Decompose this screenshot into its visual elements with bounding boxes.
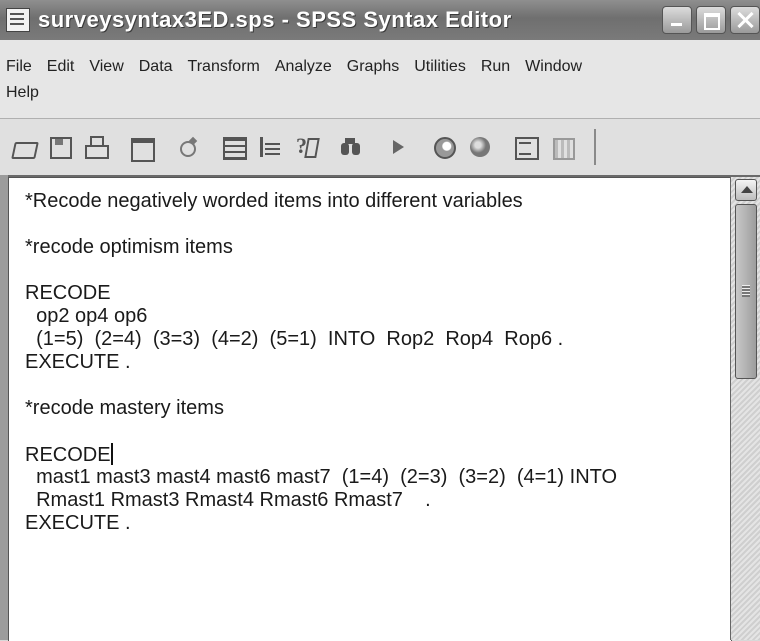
code-line-with-cursor: RECODE [25, 443, 617, 466]
window-controls [662, 6, 760, 34]
code-line: EXECUTE . [25, 351, 131, 373]
code-line: Rmast1 Rmast3 Rmast4 Rmast6 Rmast7 . [25, 489, 431, 511]
menu-window[interactable]: Window [525, 58, 582, 76]
code-line: *recode optimism items [25, 236, 233, 258]
maximize-icon[interactable] [696, 6, 726, 34]
scroll-thumb[interactable] [735, 204, 757, 379]
code-line: RECODE [25, 444, 111, 466]
code-line: *recode mastery items [25, 397, 224, 419]
syntax-text-area[interactable]: *Recode negatively worded items into dif… [8, 177, 732, 641]
script-icon[interactable] [432, 135, 456, 159]
menu-view[interactable]: View [89, 58, 123, 76]
run-icon[interactable] [386, 135, 410, 159]
help-icon[interactable] [294, 133, 318, 159]
code-line: *Recode negatively worded items into dif… [25, 190, 523, 212]
save-icon[interactable] [48, 135, 72, 159]
editor-frame [0, 175, 8, 640]
syntax-editor-window: surveysyntax3ED.sps - SPSS Syntax Editor… [0, 0, 760, 641]
title-bar[interactable]: surveysyntax3ED.sps - SPSS Syntax Editor [0, 0, 760, 40]
syntax-file-icon[interactable] [6, 8, 30, 32]
text-cursor [110, 443, 113, 465]
vertical-scrollbar[interactable] [730, 177, 760, 640]
code-line: RECODE [25, 282, 111, 304]
window-title: surveysyntax3ED.sps - SPSS Syntax Editor [38, 7, 512, 32]
code-line: op2 op4 op6 [25, 305, 148, 327]
minimize-icon[interactable] [662, 6, 692, 34]
code-line: EXECUTE . [25, 512, 131, 534]
menu-analyze[interactable]: Analyze [275, 58, 332, 76]
scroll-up-icon[interactable] [735, 179, 757, 201]
open-icon[interactable] [12, 135, 36, 159]
menu-file[interactable]: File [6, 58, 32, 76]
syntax-help-icon[interactable] [550, 135, 575, 160]
close-icon[interactable] [730, 6, 760, 34]
toolbar-separator [594, 129, 596, 165]
menu-edit[interactable]: Edit [47, 58, 75, 76]
variables-icon[interactable] [222, 135, 247, 160]
menu-utilities[interactable]: Utilities [414, 58, 466, 76]
split-file-icon[interactable] [514, 135, 539, 160]
menu-data[interactable]: Data [139, 58, 173, 76]
syntax-code: *Recode negatively worded items into dif… [25, 190, 617, 535]
menu-bar: File Edit View Data Transform Analyze Gr… [0, 40, 760, 119]
print-icon[interactable] [84, 135, 109, 159]
spss-icon[interactable] [468, 135, 492, 159]
dialog-recall-icon[interactable] [130, 135, 155, 162]
menu-transform[interactable]: Transform [188, 58, 260, 76]
code-line: mast1 mast3 mast4 mast6 mast7 (1=4) (2=3… [25, 466, 618, 488]
find-icon[interactable] [340, 135, 364, 159]
select-cases-icon[interactable] [258, 135, 282, 159]
menu-run[interactable]: Run [481, 58, 510, 76]
goto-case-icon[interactable] [176, 135, 200, 159]
menu-help[interactable]: Help [6, 84, 39, 102]
toolbar [0, 119, 760, 177]
menu-graphs[interactable]: Graphs [347, 58, 399, 76]
code-line: (1=5) (2=4) (3=3) (4=2) (5=1) INTO Rop2 … [25, 328, 564, 350]
